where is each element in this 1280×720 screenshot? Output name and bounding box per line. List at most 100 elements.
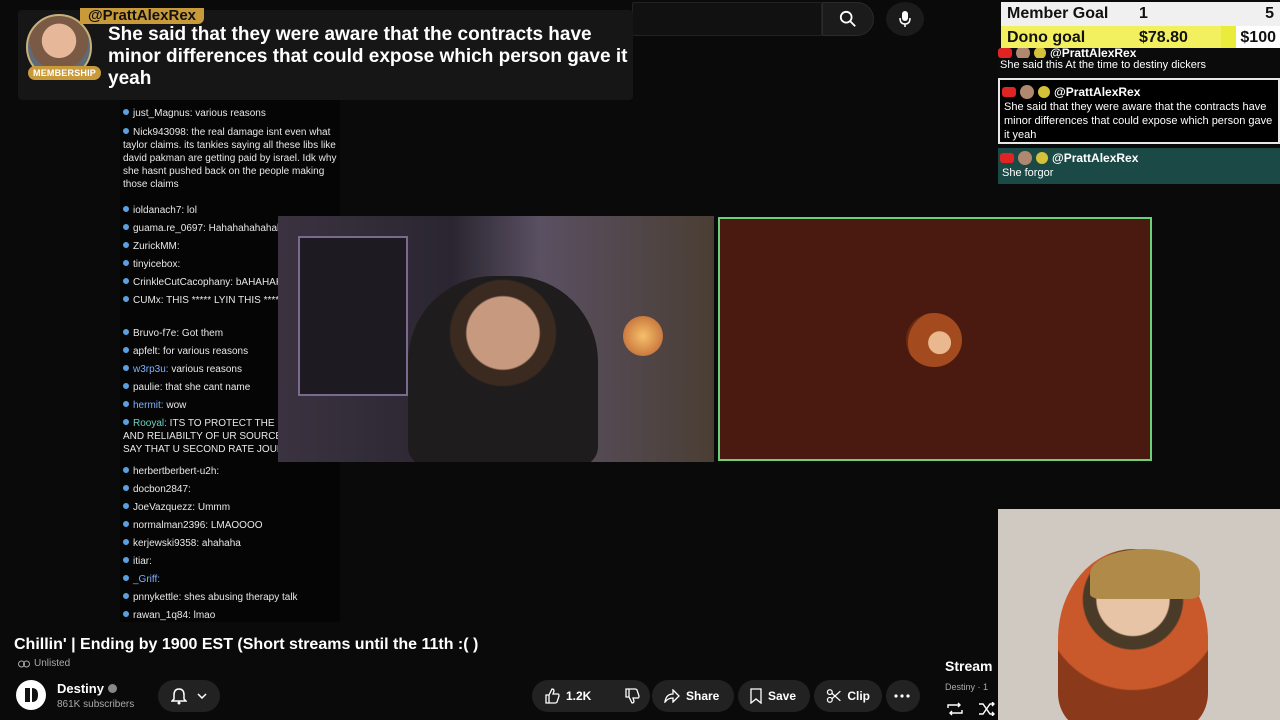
chat-badge-icon <box>123 278 129 284</box>
background-lamp <box>623 316 663 356</box>
side-message-text: She said that they were aware that the c… <box>1004 101 1273 141</box>
dono-goal-max: $100 <box>1236 26 1280 50</box>
notification-button[interactable] <box>158 680 220 712</box>
goals-overlay: Member Goal 1 5 Dono goal $78.80 $100 <box>1001 0 1280 50</box>
verified-icon <box>107 684 117 693</box>
chat-username: rawan_1q84: <box>133 610 191 621</box>
monkey-character <box>906 313 962 367</box>
chat-message: _Griff: <box>120 571 340 588</box>
bell-icon <box>171 688 187 705</box>
chat-text: Ummm <box>195 502 231 513</box>
clip-button[interactable]: Clip <box>814 680 882 712</box>
chat-username: Rooyal: <box>133 418 167 429</box>
chat-badge-icon <box>123 467 129 473</box>
voice-search-button[interactable] <box>886 2 924 36</box>
chat-text: lmao <box>190 610 216 621</box>
channel-logo-icon <box>25 688 38 702</box>
search-button[interactable] <box>822 2 874 36</box>
chat-badge-icon <box>123 128 129 134</box>
save-button[interactable]: Save <box>738 680 810 712</box>
chat-message: itiar: <box>120 553 340 570</box>
shuffle-icon[interactable] <box>978 702 996 716</box>
youtube-icon <box>1000 153 1014 163</box>
chat-badge-icon <box>123 347 129 353</box>
loop-icon[interactable] <box>946 702 964 716</box>
chat-message: JoeVazquezz: Ummm <box>120 499 340 516</box>
subscriber-count: 861K subscribers <box>57 699 135 710</box>
scissors-icon <box>826 689 841 703</box>
chat-text: Hahahahahahaha <box>205 223 289 234</box>
chat-badge-icon <box>123 383 129 389</box>
dono-goal-label: Dono goal <box>1007 29 1086 46</box>
chat-username: CrinkleCutCacophany: <box>133 277 234 288</box>
stream-screen: @PrattAlexRex MEMBERSHIP She said that t… <box>0 0 1280 720</box>
chat-text: shes abusing therapy talk <box>181 592 298 603</box>
chat-badge-icon <box>123 260 129 266</box>
search-input[interactable] <box>632 2 822 36</box>
chat-badge-icon <box>123 329 129 335</box>
visibility-label: Unlisted <box>18 658 70 669</box>
chat-text: for various reasons <box>160 346 249 357</box>
chat-message: Nick943098: the real damage isnt even wh… <box>120 124 340 193</box>
chat-message: herbertberbert-u2h: <box>120 463 340 480</box>
chat-username: tinyicebox: <box>133 259 181 270</box>
channel-name[interactable]: Destiny <box>57 681 117 696</box>
like-count: 1.2K <box>566 689 592 703</box>
chat-text: lol <box>184 205 197 216</box>
chat-username: ZurickMM: <box>133 241 180 252</box>
chat-username: hermit: <box>133 400 164 411</box>
chat-badge-icon <box>123 109 129 115</box>
more-horizontal-icon <box>894 694 910 698</box>
guest-cap <box>1090 549 1200 599</box>
chat-badge-icon <box>123 575 129 581</box>
member-icon <box>1034 48 1046 58</box>
youtube-icon <box>1002 87 1016 97</box>
chat-badge-icon <box>123 557 129 563</box>
bookmark-icon <box>750 688 762 704</box>
share-icon <box>664 689 680 703</box>
game-panel <box>718 217 1152 461</box>
avatar <box>1020 85 1034 99</box>
side-message-header: @PrattAlexRex <box>1002 84 1276 100</box>
chat-badge-icon <box>123 539 129 545</box>
chat-message: pnnykettle: shes abusing therapy talk <box>120 589 340 606</box>
save-label: Save <box>768 689 797 703</box>
youtube-icon <box>998 48 1012 58</box>
highlighted-message: @PrattAlexRex MEMBERSHIP She said that t… <box>18 8 633 100</box>
chat-badge-icon <box>123 485 129 491</box>
chat-username: Bruvo-f7e: <box>133 328 180 339</box>
like-button[interactable]: 1.2K <box>532 680 616 712</box>
chat-username: _Griff: <box>133 574 161 585</box>
streamer-webcam <box>278 216 714 462</box>
chat-message: kerjewski9358: ahahaha <box>120 535 340 552</box>
chat-username: apfelt: <box>133 346 161 357</box>
chat-text: LMAOOOO <box>208 520 263 531</box>
side-message: @PrattAlexRex She said that they were aw… <box>998 78 1280 144</box>
member-goal-label: Member Goal <box>1007 5 1109 22</box>
streamer-figure <box>408 276 598 462</box>
side-chat: @PrattAlexRex She said this At the time … <box>998 48 1280 186</box>
chat-badge-icon <box>123 611 129 617</box>
channel-avatar[interactable] <box>16 680 46 710</box>
banner-username: @PrattAlexRex <box>80 8 205 24</box>
chat-badge-icon <box>123 503 129 509</box>
chat-username: herbertberbert-u2h: <box>133 466 220 477</box>
chat-message: docbon2847: <box>120 481 340 498</box>
share-button[interactable]: Share <box>652 680 734 712</box>
chat-text: ahahaha <box>199 538 241 549</box>
video-title: Chillin' | Ending by 1900 EST (Short str… <box>14 636 479 653</box>
side-message-text: She forgor <box>1002 167 1054 179</box>
more-options-button[interactable] <box>886 680 920 712</box>
dono-goal-value: $78.80 <box>1139 29 1188 46</box>
chat-badge-icon <box>123 206 129 212</box>
stream-panel-subtitle: Destiny · 1 <box>945 682 989 692</box>
chat-badge-icon <box>123 242 129 248</box>
side-message-text: She said this At the time to destiny dic… <box>1000 59 1207 71</box>
side-message-user: @PrattAlexRex <box>1052 151 1139 165</box>
member-goal-max: 5 <box>1265 5 1274 22</box>
stream-panel[interactable]: Stream Destiny · 1 <box>932 654 998 720</box>
avatar <box>1016 48 1030 58</box>
chat-text: various reasons <box>192 108 266 119</box>
dislike-button[interactable] <box>616 680 650 712</box>
visibility-text: Unlisted <box>34 658 71 669</box>
